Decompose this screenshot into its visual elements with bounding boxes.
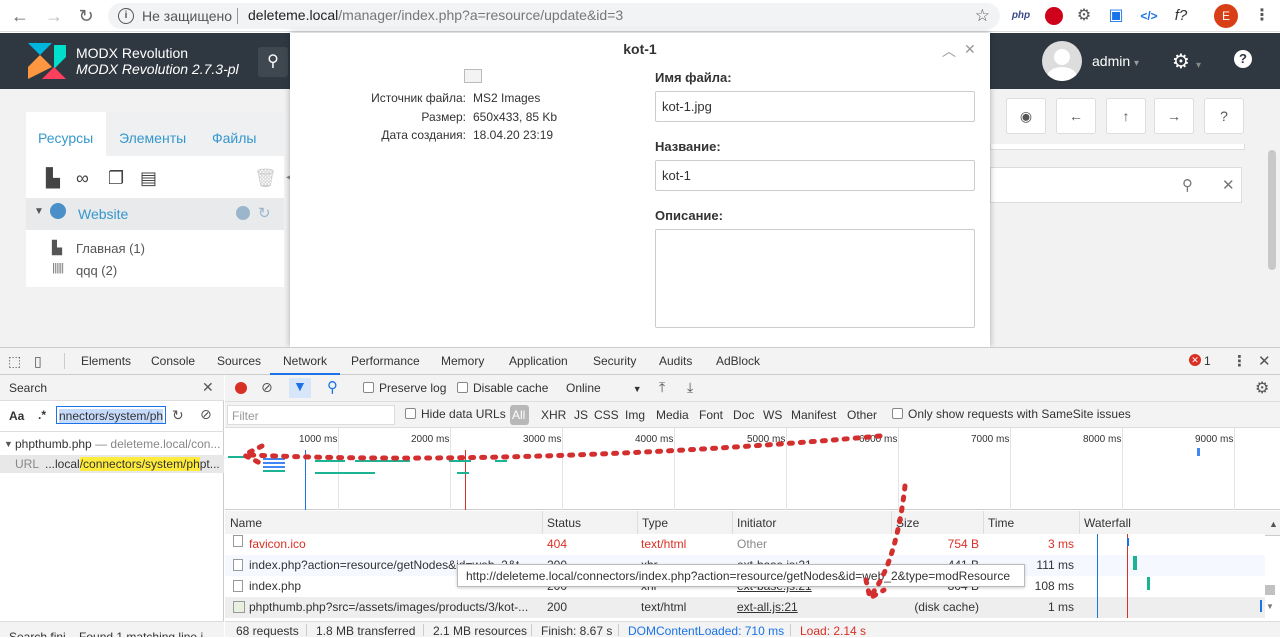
annotation-arrow-down	[869, 483, 908, 597]
annotation-arrow-left	[247, 433, 883, 461]
annotation-arrows	[238, 433, 908, 602]
